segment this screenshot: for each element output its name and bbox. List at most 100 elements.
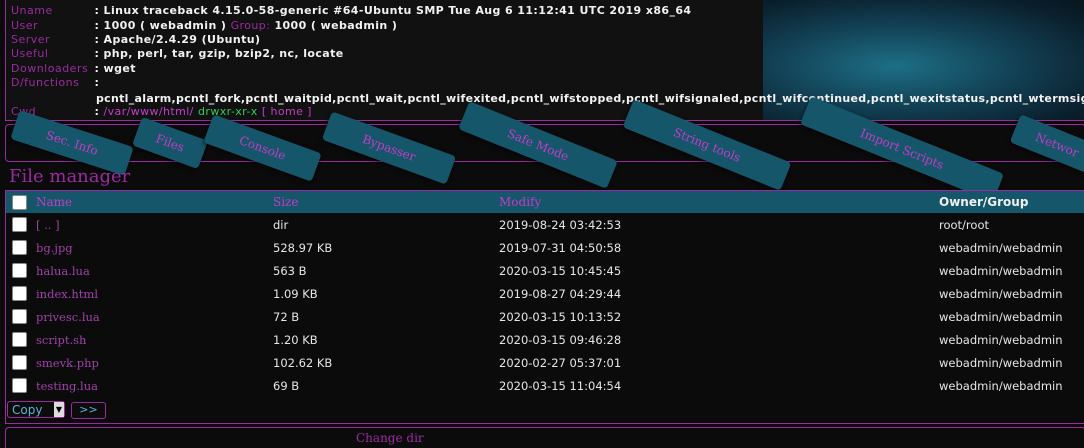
select-all-cell xyxy=(6,191,36,213)
info-row-downloaders: Downloaders : wget xyxy=(11,62,136,76)
file-size: 1.09 KB xyxy=(273,286,318,301)
change-dir-panel: Change dir xyxy=(5,427,1084,448)
column-name[interactable]: Name xyxy=(36,191,273,213)
info-value: : wget xyxy=(94,62,136,75)
file-size: 563 B xyxy=(273,263,307,278)
row-checkbox-cell xyxy=(6,259,36,282)
file-size: 102.62 KB xyxy=(273,355,333,370)
file-modified: 2020-03-15 09:46:28 xyxy=(499,332,622,347)
file-name-link[interactable]: bg.jpg xyxy=(36,236,273,259)
row-checkbox[interactable] xyxy=(12,286,27,301)
cwd-value: : /var/www/html/ drwxr-xr-x [ home ] xyxy=(95,105,312,118)
info-row-cwd: Cwd : /var/www/html/ drwxr-xr-x [ home ] xyxy=(11,105,312,119)
row-checkbox[interactable] xyxy=(12,309,27,324)
file-owner: webadmin/webadmin xyxy=(939,240,1063,255)
info-key: Downloaders xyxy=(11,62,89,75)
info-value: : 1000 ( webadmin ) Group: 1000 ( webadm… xyxy=(95,19,398,32)
file-owner: webadmin/webadmin xyxy=(939,309,1063,324)
table-row: script.sh 1.20 KB 2020-03-15 09:46:28 we… xyxy=(6,328,1084,351)
file-modified: 2019-08-27 04:29:44 xyxy=(499,286,622,301)
file-size: dir xyxy=(273,217,289,232)
disabled-functions-list: pcntl_alarm,pcntl_fork,pcntl_waitpid,pcn… xyxy=(96,92,1084,105)
dropdown-arrow-icon: ▼ xyxy=(54,402,64,417)
file-modified: 2019-07-31 04:50:58 xyxy=(499,240,622,255)
file-modified: 2020-03-15 10:45:45 xyxy=(499,263,622,278)
file-size: 528.97 KB xyxy=(273,240,333,255)
row-checkbox-cell xyxy=(6,351,36,374)
column-size[interactable]: Size xyxy=(273,191,499,213)
file-name-link[interactable]: testing.lua xyxy=(36,374,273,397)
file-manager-title: File manager xyxy=(9,166,131,187)
row-checkbox[interactable] xyxy=(12,217,27,232)
row-checkbox-cell xyxy=(6,305,36,328)
info-key: D/functions xyxy=(11,76,80,89)
file-owner: webadmin/webadmin xyxy=(939,286,1063,301)
row-checkbox-cell xyxy=(6,374,36,397)
file-modified: 2020-03-15 10:13:52 xyxy=(499,309,622,324)
row-checkbox-cell xyxy=(6,282,36,305)
row-checkbox-cell xyxy=(6,236,36,259)
file-name-link[interactable]: smevk.php xyxy=(36,351,273,374)
row-checkbox[interactable] xyxy=(12,332,27,347)
file-name-link[interactable]: script.sh xyxy=(36,328,273,351)
group-value: 1000 ( webadmin ) xyxy=(274,19,398,32)
row-checkbox[interactable] xyxy=(12,355,27,370)
file-name-link[interactable]: index.html xyxy=(36,282,273,305)
select-all-checkbox[interactable] xyxy=(12,194,27,210)
table-row: testing.lua 69 B 2020-03-15 11:04:54 web… xyxy=(6,374,1084,397)
row-checkbox-cell xyxy=(6,328,36,351)
change-dir-title: Change dir xyxy=(356,431,424,445)
server-info-panel: Uname : Linux traceback 4.15.0-58-generi… xyxy=(5,0,1084,121)
file-size: 72 B xyxy=(273,309,300,324)
table-row: privesc.lua 72 B 2020-03-15 10:13:52 web… xyxy=(6,305,1084,328)
info-key: Uname xyxy=(11,4,53,17)
info-value: : php, perl, tar, gzip, bzip2, nc, locat… xyxy=(94,47,344,60)
file-name-link[interactable]: privesc.lua xyxy=(36,305,273,328)
info-row-disabled-functions: D/functions : xyxy=(11,76,99,90)
info-row-server: Server : Apache/2.4.29 (Ubuntu) xyxy=(11,33,260,47)
action-select-value: Copy xyxy=(12,403,43,417)
action-select[interactable]: Copy ▼ xyxy=(7,401,65,418)
info-value: : xyxy=(94,76,100,89)
group-label: Group: xyxy=(230,19,271,32)
cwd-permissions: drwxr-xr-x xyxy=(198,105,258,118)
info-key: Server xyxy=(11,33,51,46)
file-owner: webadmin/webadmin xyxy=(939,263,1063,278)
submit-action-button[interactable]: >> xyxy=(71,402,106,419)
file-owner: root/root xyxy=(939,217,989,232)
info-key: User xyxy=(11,19,39,32)
table-row: index.html 1.09 KB 2019-08-27 04:29:44 w… xyxy=(6,282,1084,305)
table-row: halua.lua 563 B 2020-03-15 10:45:45 weba… xyxy=(6,259,1084,282)
table-row: smevk.php 102.62 KB 2020-02-27 05:37:01 … xyxy=(6,351,1084,374)
home-link[interactable]: [ home ] xyxy=(262,105,312,118)
file-owner: webadmin/webadmin xyxy=(939,355,1063,370)
table-header-row: Name Size Modify Owner/Group xyxy=(6,191,1084,213)
file-modified: 2020-02-27 05:37:01 xyxy=(499,355,622,370)
file-modified: 2019-08-24 03:42:53 xyxy=(499,217,622,232)
info-key: Useful xyxy=(11,47,49,60)
info-value: : Apache/2.4.29 (Ubuntu) xyxy=(94,33,261,46)
row-checkbox[interactable] xyxy=(12,378,27,393)
row-checkbox[interactable] xyxy=(12,240,27,255)
table-row: bg.jpg 528.97 KB 2019-07-31 04:50:58 web… xyxy=(6,236,1084,259)
file-name-link[interactable]: halua.lua xyxy=(36,259,273,282)
cwd-prefix: : xyxy=(94,105,104,118)
cwd-path-link[interactable]: /var/www/html/ xyxy=(104,105,194,118)
info-value: : Linux traceback 4.15.0-58-generic #64-… xyxy=(94,4,692,17)
info-row-user: User : 1000 ( webadmin ) Group: 1000 ( w… xyxy=(11,19,397,33)
row-checkbox[interactable] xyxy=(12,263,27,278)
info-row-uname: Uname : Linux traceback 4.15.0-58-generi… xyxy=(11,4,691,18)
table-row: [ .. ] dir 2019-08-24 03:42:53 root/root xyxy=(6,213,1084,236)
file-manager-panel: Name Size Modify Owner/Group [ .. ] dir … xyxy=(5,190,1084,424)
column-owner-group: Owner/Group xyxy=(939,195,1029,209)
column-modify[interactable]: Modify xyxy=(499,191,939,213)
file-owner: webadmin/webadmin xyxy=(939,378,1063,393)
file-size: 69 B xyxy=(273,378,300,393)
user-value: : 1000 ( webadmin ) xyxy=(94,19,227,32)
file-name-link[interactable]: [ .. ] xyxy=(36,213,273,236)
file-table: Name Size Modify Owner/Group [ .. ] dir … xyxy=(6,191,1084,397)
info-row-useful: Useful : php, perl, tar, gzip, bzip2, nc… xyxy=(11,47,344,61)
file-modified: 2020-03-15 11:04:54 xyxy=(499,378,622,393)
file-size: 1.20 KB xyxy=(273,332,318,347)
row-checkbox-cell xyxy=(6,213,36,236)
